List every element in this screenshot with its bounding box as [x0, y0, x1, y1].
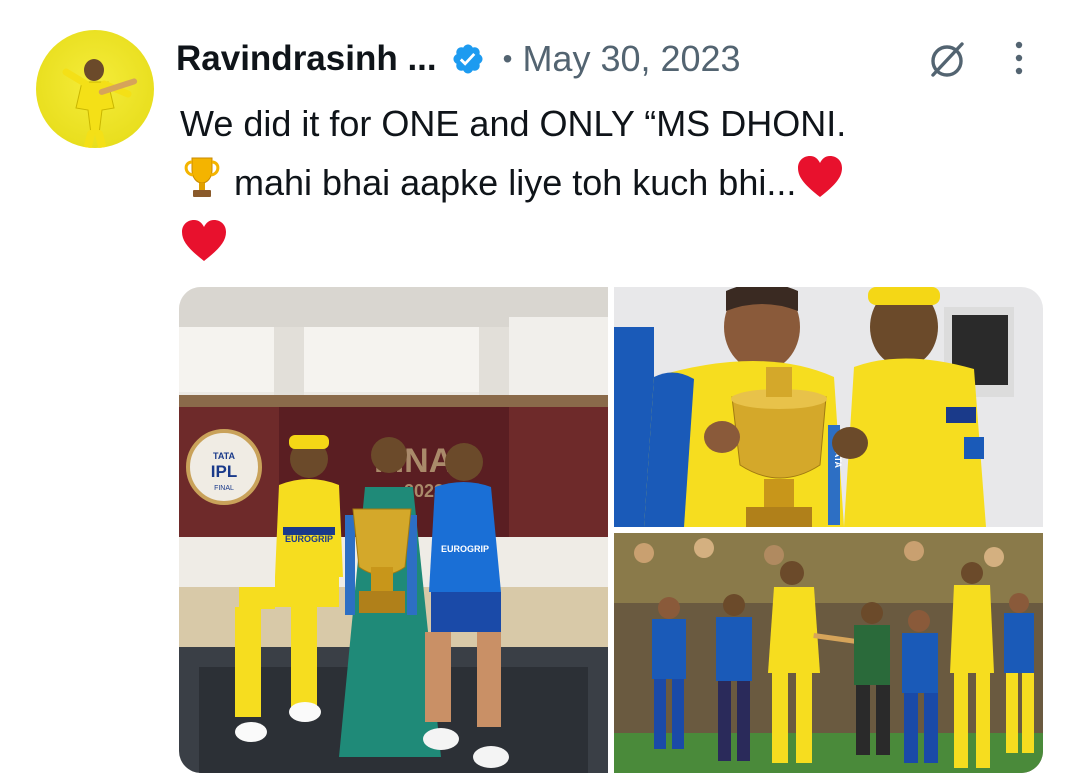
photo1-logo-sub: FINAL — [214, 485, 234, 492]
trophy-emoji-icon — [180, 154, 224, 217]
red-heart-emoji-icon — [796, 155, 844, 216]
photo1-jersey-sponsor-1: EUROGRIP — [285, 534, 333, 544]
tweet-text-line-3 — [180, 217, 1060, 280]
media-photo-2[interactable]: TATA — [614, 287, 1043, 527]
photo1-logo-brand: TATA — [213, 451, 235, 461]
author-name[interactable]: Ravindrasinh ... — [176, 39, 437, 79]
tweet-text-line-1: We did it for ONE and ONLY “MS DHONI. — [180, 103, 847, 144]
tweet-date[interactable]: May 30, 2023 — [522, 38, 740, 80]
tweet-text-line-2-body: mahi bhai aapke liye toh kuch bhi... — [234, 162, 797, 203]
media-photo-3[interactable] — [614, 533, 1043, 773]
photo1-jersey-sponsor-2: EUROGRIP — [441, 544, 489, 554]
red-heart-emoji-icon — [180, 219, 228, 280]
media-photo-1[interactable]: TATA IPL FINAL FINAL 2023 EUROGRIP EUROG… — [179, 287, 608, 773]
meta-separator: • — [502, 43, 513, 74]
grok-icon[interactable] — [928, 40, 968, 80]
tweet-text-line-2: mahi bhai aapke liye toh kuch bhi... — [180, 153, 1060, 217]
tweet-header: Ravindrasinh ... • May 30, 2023 — [176, 36, 741, 82]
verified-badge-icon[interactable] — [451, 42, 485, 76]
avatar-photo — [62, 59, 138, 148]
author-avatar[interactable] — [36, 30, 154, 148]
more-options-icon[interactable] — [1006, 38, 1032, 80]
tweet-media-grid: TATA IPL FINAL FINAL 2023 EUROGRIP EUROG… — [179, 287, 1043, 773]
tweet-text: We did it for ONE and ONLY “MS DHONI. ma… — [180, 94, 1060, 280]
photo1-logo-name: IPL — [211, 462, 237, 481]
